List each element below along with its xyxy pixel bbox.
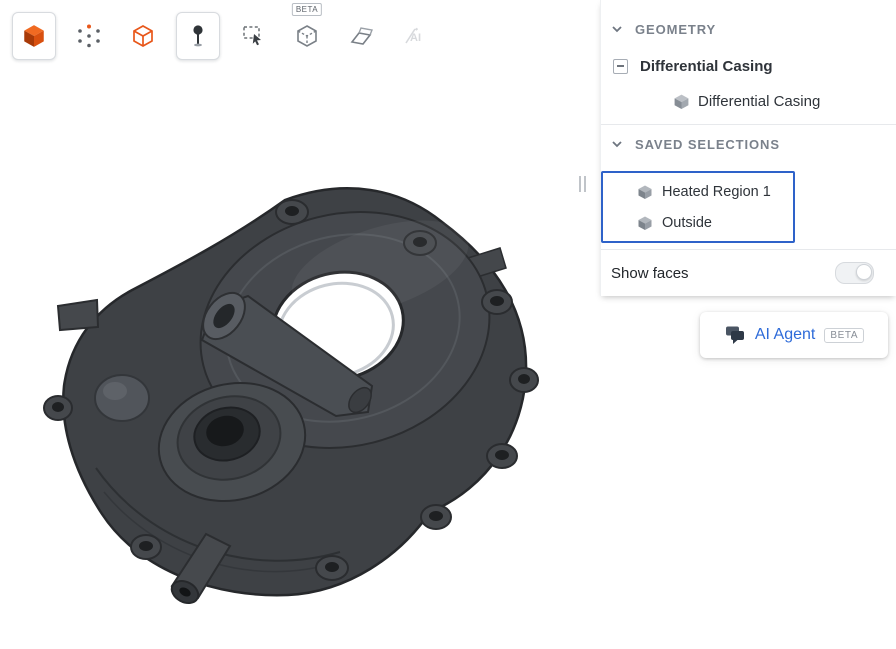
select-edge-button[interactable] bbox=[122, 13, 164, 59]
show-faces-label: Show faces bbox=[611, 265, 689, 282]
show-faces-row: Show faces bbox=[601, 250, 896, 296]
ai-edit-icon: AI bbox=[401, 24, 429, 48]
hidden-geometry-button[interactable]: BETA bbox=[286, 13, 328, 59]
saved-selections-header-label: SAVED SELECTIONS bbox=[635, 137, 780, 152]
geometry-header-label: GEOMETRY bbox=[635, 22, 716, 37]
collapse-minus-icon[interactable] bbox=[613, 59, 628, 74]
toggle-knob bbox=[856, 264, 872, 280]
face-tool-icon bbox=[348, 24, 374, 48]
box-select-icon bbox=[240, 23, 266, 49]
geometry-section-header[interactable]: GEOMETRY bbox=[601, 10, 896, 48]
select-vertex-button[interactable] bbox=[68, 13, 110, 59]
selection-toolbar: BETA AI bbox=[12, 12, 436, 60]
chat-bubbles-icon bbox=[724, 325, 746, 345]
saved-selection-heated-region-1[interactable]: Heated Region 1 bbox=[603, 176, 793, 207]
chevron-down-icon bbox=[611, 23, 623, 35]
probe-point-icon bbox=[186, 23, 210, 49]
chevron-down-icon bbox=[611, 138, 623, 150]
tree-root-label: Differential Casing bbox=[640, 58, 773, 75]
saved-selections-section-header[interactable]: SAVED SELECTIONS bbox=[601, 125, 896, 163]
select-vertex-icon bbox=[77, 24, 101, 48]
tree-child-label: Differential Casing bbox=[698, 93, 820, 110]
tree-item-differential-casing-body[interactable]: Differential Casing bbox=[601, 84, 896, 118]
show-faces-toggle[interactable] bbox=[835, 262, 874, 284]
saved-selection-label: Heated Region 1 bbox=[662, 184, 771, 200]
3d-viewport[interactable] bbox=[0, 0, 600, 644]
saved-selections-highlight-box: Heated Region 1 Outside bbox=[601, 171, 795, 243]
ai-agent-label: AI Agent bbox=[755, 326, 816, 344]
saved-selection-label: Outside bbox=[662, 215, 712, 231]
beta-badge: BETA bbox=[292, 3, 322, 16]
scene-tree-panel: GEOMETRY Differential Casing Differentia… bbox=[600, 0, 896, 296]
solid-body-cube-icon bbox=[673, 93, 690, 110]
box-select-button[interactable] bbox=[232, 13, 274, 59]
selection-cube-icon bbox=[637, 184, 653, 200]
ai-agent-button[interactable]: AI Agent BETA bbox=[700, 312, 888, 358]
select-edge-icon bbox=[131, 24, 155, 48]
select-volume-icon bbox=[21, 23, 47, 49]
panel-resize-handle[interactable] bbox=[579, 176, 586, 192]
select-volume-button[interactable] bbox=[12, 12, 56, 60]
differential-casing-model bbox=[0, 0, 600, 644]
ai-agent-beta-badge: BETA bbox=[824, 328, 864, 343]
face-tool-button[interactable] bbox=[340, 13, 382, 59]
ai-tool-button[interactable]: AI bbox=[394, 13, 436, 59]
hidden-geometry-icon bbox=[295, 24, 319, 48]
selection-cube-icon bbox=[637, 215, 653, 231]
tree-item-differential-casing-root[interactable]: Differential Casing bbox=[601, 48, 896, 84]
saved-selection-outside[interactable]: Outside bbox=[603, 207, 793, 238]
probe-point-button[interactable] bbox=[176, 12, 220, 60]
